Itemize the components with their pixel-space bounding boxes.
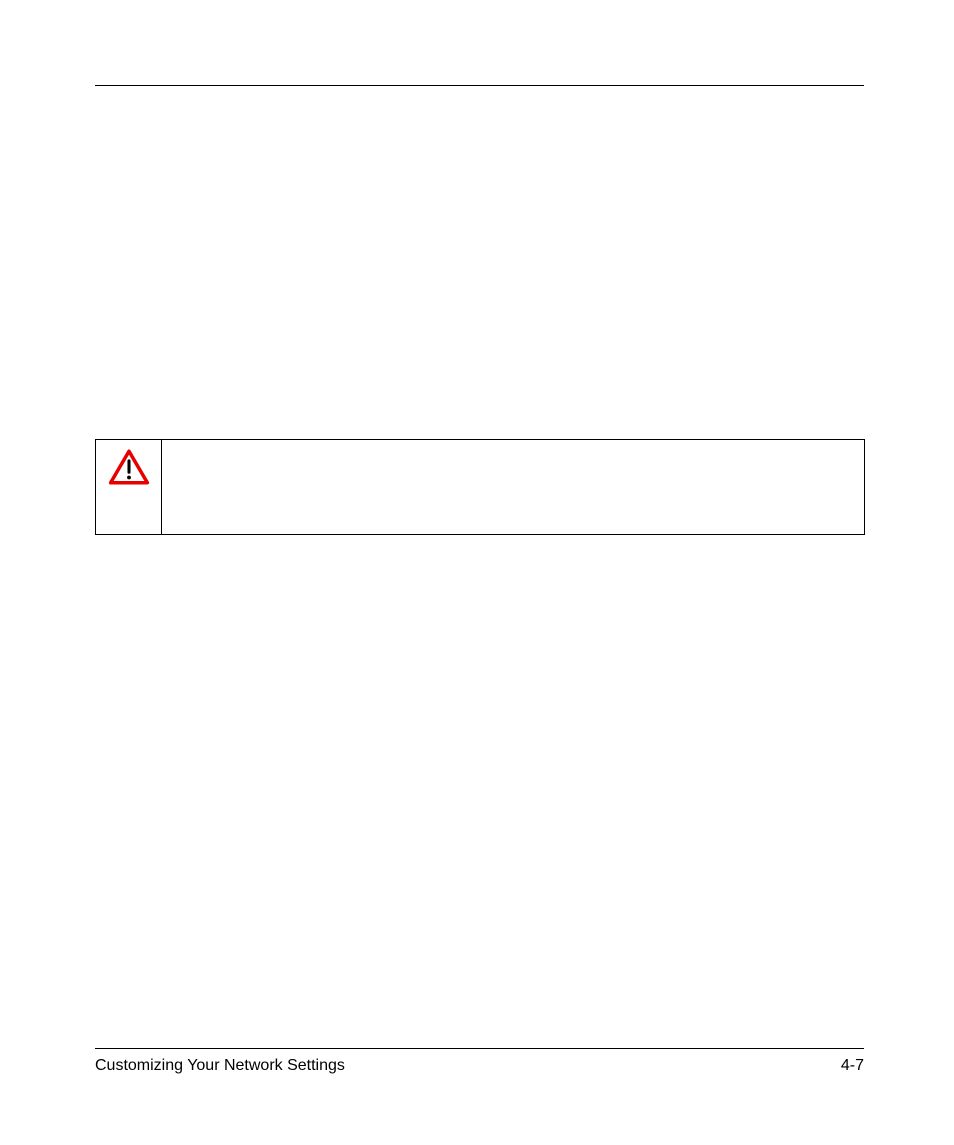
footer-rule (95, 1048, 864, 1049)
footer-page-number: 4-7 (841, 1057, 864, 1075)
page-footer: Customizing Your Network Settings 4-7 (95, 1048, 864, 1075)
warning-callout: If your ISP assigns a private WAN IP add… (95, 439, 865, 535)
warning-icon (108, 448, 150, 486)
document-page: Configuring Dynamic DNS If your network … (0, 0, 954, 1145)
header-rule (95, 85, 864, 86)
warning-icon-cell (96, 440, 162, 534)
footer-title: Customizing Your Network Settings (95, 1057, 345, 1075)
